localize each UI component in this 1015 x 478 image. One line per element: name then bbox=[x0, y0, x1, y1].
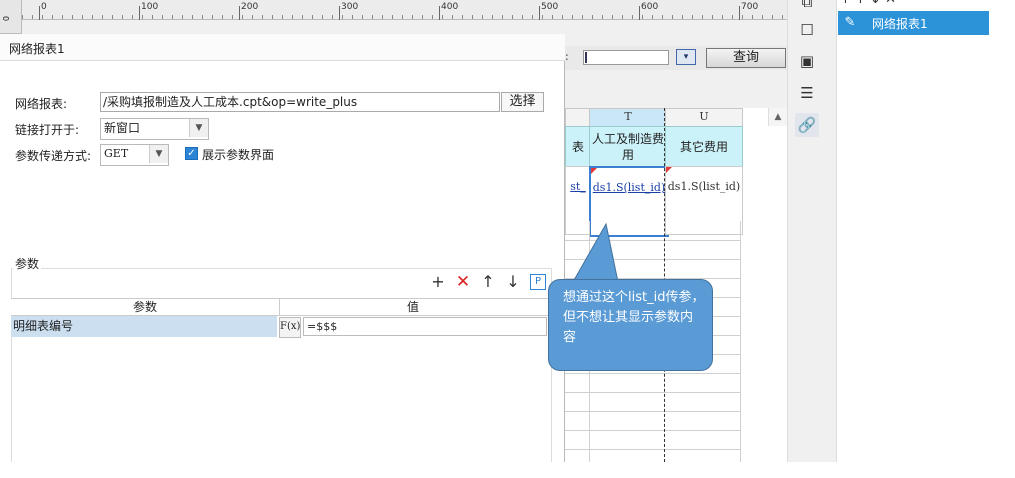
method-label: 参数传递方式: bbox=[15, 149, 92, 163]
ruler-major-tick bbox=[439, 6, 440, 20]
parameter-input[interactable] bbox=[583, 50, 669, 65]
hyperlink-icon[interactable]: 🔗 bbox=[795, 113, 819, 137]
grid-line bbox=[565, 411, 741, 412]
param-p-icon[interactable]: P bbox=[530, 274, 546, 290]
formula-icon[interactable]: F(x) bbox=[279, 317, 301, 338]
chevron-down-icon: ▼ bbox=[149, 145, 168, 163]
dialog-title: 网络报表1 bbox=[9, 42, 65, 56]
param-name-cell[interactable]: 明细表编号 bbox=[11, 316, 277, 337]
parameter-dropdown-icon[interactable]: ▾ bbox=[676, 49, 696, 65]
query-button[interactable]: 查询 bbox=[706, 48, 786, 68]
callout-pointer bbox=[572, 222, 619, 283]
ruler-label: 300 bbox=[341, 2, 359, 12]
delete-icon[interactable]: ✕ bbox=[454, 273, 472, 291]
ruler-major-tick bbox=[239, 6, 240, 20]
ruler-major-tick bbox=[639, 6, 640, 20]
annotation-callout: 想通过这个list_id传参，但不想让其显示参数内容 bbox=[548, 279, 713, 371]
hyperlink-item-label: 网络报表1 bbox=[872, 17, 928, 31]
params-table-header: 参数 值 bbox=[11, 298, 548, 316]
dialog-title-bar: 网络报表1 bbox=[0, 34, 565, 61]
open-in-select[interactable]: 新窗口 ▼ bbox=[100, 118, 209, 140]
ruler-label: 200 bbox=[241, 2, 259, 12]
grid-line bbox=[565, 392, 741, 393]
ruler-major-tick bbox=[139, 6, 140, 20]
callout-text: 想通过这个list_id传参，但不想让其显示参数内容 bbox=[563, 290, 705, 345]
method-value: GET bbox=[104, 147, 129, 160]
params-group-title: 参数 bbox=[13, 255, 42, 272]
hyperlink-list-panel bbox=[838, 0, 1015, 462]
list-icon[interactable]: ☰ bbox=[795, 81, 819, 105]
bottom-strip bbox=[0, 462, 1015, 478]
table-row[interactable]: 明细表编号 F(x) =$$$ bbox=[11, 316, 548, 338]
choose-button[interactable]: 选择 bbox=[501, 92, 544, 112]
open-in-value: 新窗口 bbox=[104, 121, 141, 135]
dropdown-widget-icon[interactable]: ▣ bbox=[795, 49, 819, 73]
copy-icon[interactable]: ⧉ bbox=[795, 0, 819, 14]
edit-icon: ✎ bbox=[844, 15, 856, 30]
ruler-label: 100 bbox=[141, 2, 159, 12]
show-params-label: 展示参数界面 bbox=[202, 148, 275, 162]
move-down-icon[interactable]: ↓ bbox=[504, 273, 522, 291]
chevron-down-icon: ▼ bbox=[189, 119, 208, 137]
grid-line bbox=[565, 430, 741, 431]
report-label: 网络报表: bbox=[15, 97, 68, 111]
hyperlink-marker-icon bbox=[666, 167, 672, 173]
column-header-u[interactable]: U bbox=[665, 108, 743, 128]
column-header-t[interactable]: T bbox=[589, 108, 667, 128]
param-value-input[interactable]: =$$$ bbox=[303, 317, 547, 336]
ruler-label: 0 bbox=[41, 2, 47, 12]
add-icon[interactable]: + bbox=[429, 273, 447, 291]
scroll-up-icon[interactable]: ▲ bbox=[768, 108, 787, 126]
ruler-label: 500 bbox=[541, 2, 559, 12]
column-header[interactable] bbox=[565, 108, 591, 128]
panel-toolbar[interactable]: + ↑ ↓ ✕ bbox=[840, 0, 990, 7]
grid-line bbox=[740, 221, 741, 462]
ruler-label: 600 bbox=[641, 2, 659, 12]
rectangle-icon[interactable]: ☐ bbox=[795, 18, 819, 42]
ruler-corner: 0 bbox=[0, 0, 22, 34]
param-value-column: 值 bbox=[406, 300, 419, 314]
ruler-major-tick bbox=[339, 6, 340, 20]
ruler-label: 700 bbox=[741, 2, 759, 12]
ruler-label: 400 bbox=[441, 2, 459, 12]
parameter-label-fragment: : bbox=[565, 50, 569, 63]
horizontal-ruler: 0 100 200 300 400 500 600 700 bbox=[22, 0, 787, 20]
hyperlink-item-selected[interactable]: ✎ 网络报表1 bbox=[838, 11, 989, 35]
move-up-icon[interactable]: ↑ bbox=[479, 273, 497, 291]
show-params-checkbox[interactable]: ✓ bbox=[185, 147, 198, 160]
grid-line bbox=[565, 449, 741, 450]
ruler-major-tick bbox=[539, 6, 540, 20]
data-cell[interactable]: ds1.S(list_id) bbox=[665, 166, 743, 235]
ruler-major-tick bbox=[739, 6, 740, 20]
grid-line bbox=[565, 373, 741, 374]
param-name-column: 参数 bbox=[11, 299, 280, 315]
hyperlink-marker-icon bbox=[591, 168, 597, 174]
report-path-input[interactable]: /采购填报制造及人工成本.cpt&op=write_plus bbox=[100, 92, 500, 112]
ruler-corner-label: 0 bbox=[1, 15, 11, 22]
open-in-label: 链接打开于: bbox=[15, 123, 80, 137]
method-select[interactable]: GET ▼ bbox=[100, 144, 169, 166]
ruler-major-tick bbox=[39, 6, 40, 20]
